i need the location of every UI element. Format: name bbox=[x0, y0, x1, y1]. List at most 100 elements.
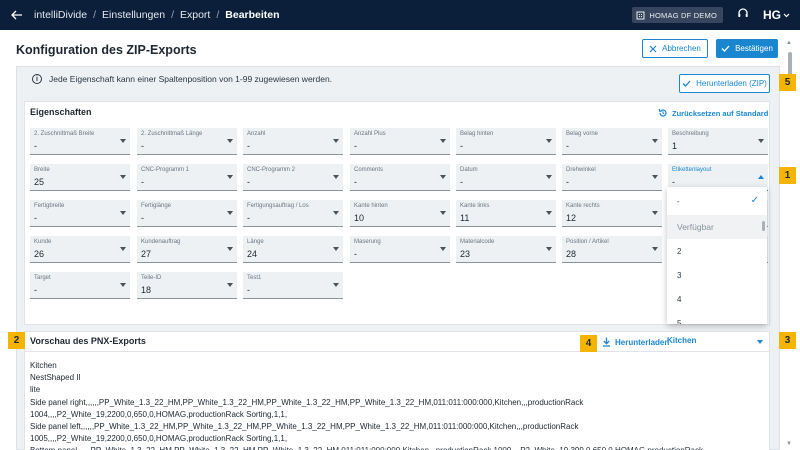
field-label: Datum bbox=[460, 167, 478, 173]
field-value: - bbox=[141, 177, 144, 187]
breadcrumb-separator: / bbox=[171, 9, 174, 21]
column-position-select[interactable]: Kante links 11 bbox=[456, 200, 556, 227]
chevron-down-icon bbox=[758, 139, 764, 143]
preview-title: Vorschau des PNX-Exports bbox=[30, 336, 146, 346]
field-value: - bbox=[34, 141, 37, 151]
chevron-down-icon bbox=[120, 175, 126, 179]
column-position-select[interactable]: 2. Zuschnittmaß Länge - bbox=[137, 128, 237, 155]
field-value: 26 bbox=[34, 249, 45, 259]
column-position-select[interactable]: Maserung - bbox=[350, 236, 450, 263]
download-zip-label: Herunterladen (ZIP) bbox=[696, 79, 767, 88]
preview-line: 1005,,,,P2_White_19,2200,0,650,0,HOMAG,p… bbox=[30, 434, 288, 444]
column-position-select[interactable]: Materialcode 23 bbox=[456, 236, 556, 263]
column-position-select[interactable]: Comments - bbox=[350, 164, 450, 191]
field-label: Fertiglänge bbox=[141, 203, 172, 209]
field-value: 24 bbox=[247, 249, 258, 259]
chevron-down-icon bbox=[333, 139, 339, 143]
reset-default-button[interactable]: Zurücksetzen auf Standard bbox=[658, 108, 768, 118]
breadcrumb-separator: / bbox=[93, 9, 97, 21]
field-label: Drehwinkel bbox=[566, 167, 596, 173]
column-position-select[interactable]: Länge 24 bbox=[243, 236, 343, 263]
field-label: Materialcode bbox=[460, 239, 495, 245]
chevron-down-icon bbox=[120, 247, 126, 251]
field-label: 2. Zuschnittmaß Länge bbox=[141, 131, 203, 137]
column-position-select[interactable]: 2. Zuschnittmaß Breite - bbox=[30, 128, 130, 155]
column-position-select[interactable]: Teile-ID 18 bbox=[137, 272, 237, 299]
chevron-down-icon bbox=[757, 340, 763, 344]
callout-badge-1: 1 bbox=[779, 167, 796, 184]
dropdown-scrollbar-thumb[interactable] bbox=[762, 221, 765, 231]
confirm-button[interactable]: Bestätigen bbox=[716, 39, 778, 58]
back-arrow-icon[interactable] bbox=[0, 0, 34, 30]
column-position-select[interactable]: CNC-Programm 1 - bbox=[137, 164, 237, 191]
breadcrumb-item-settings[interactable]: Einstellungen bbox=[102, 9, 165, 21]
field-value: - bbox=[672, 177, 675, 187]
column-position-select[interactable]: Target - bbox=[30, 272, 130, 299]
field-value: 27 bbox=[141, 249, 152, 259]
field-value: - bbox=[460, 177, 463, 187]
divider bbox=[24, 351, 770, 352]
preview-line: Side panel left,,,,,,PP_White_1.3_22_HM,… bbox=[30, 422, 579, 432]
chevron-down-icon bbox=[333, 247, 339, 251]
field-label: CNC-Programm 2 bbox=[247, 167, 296, 173]
brand-logo: HG bbox=[763, 8, 781, 22]
field-label: Kunde bbox=[34, 239, 52, 245]
dropdown-option[interactable]: 3 bbox=[667, 263, 767, 287]
dropdown-option-selected[interactable]: - ✓ bbox=[667, 189, 767, 213]
field-label: Target bbox=[34, 275, 51, 281]
dropdown-option[interactable]: 5 bbox=[667, 311, 767, 325]
column-position-select[interactable]: CNC-Programm 2 - bbox=[243, 164, 343, 191]
field-label: Breite bbox=[34, 167, 50, 173]
field-label: Kante rechts bbox=[566, 203, 600, 209]
cancel-button[interactable]: Abbrechen bbox=[642, 39, 708, 58]
field-value: - bbox=[34, 213, 37, 223]
chevron-down-icon bbox=[227, 175, 233, 179]
column-position-select[interactable]: Fertigungsauftrag / Los - bbox=[243, 200, 343, 227]
download-icon bbox=[603, 337, 610, 347]
column-position-select[interactable]: Fertigbreite - bbox=[30, 200, 130, 227]
headset-icon[interactable] bbox=[737, 6, 749, 24]
column-position-select[interactable]: Datum - bbox=[456, 164, 556, 191]
column-position-select[interactable]: Position / Artikel 28 bbox=[562, 236, 662, 263]
preview-line: Kitchen bbox=[30, 361, 57, 370]
preview-line: Side panel right,,,,,,PP_White_1.3_22_HM… bbox=[30, 397, 584, 407]
check-icon bbox=[721, 45, 730, 52]
info-text: Jede Eigenschaft kann einer Spaltenposit… bbox=[49, 74, 333, 84]
download-preview-button[interactable]: Herunterladen bbox=[602, 337, 669, 347]
chevron-down-icon bbox=[652, 247, 658, 251]
chevron-down-icon bbox=[227, 283, 233, 287]
project-select[interactable]: Kitchen bbox=[667, 336, 767, 350]
field-value: - bbox=[141, 141, 144, 151]
field-value: 25 bbox=[34, 177, 45, 187]
column-position-select[interactable]: Kante rechts 12 bbox=[562, 200, 662, 227]
column-position-select[interactable]: Kunde 26 bbox=[30, 236, 130, 263]
field-label: Länge bbox=[247, 239, 264, 245]
tenant-badge[interactable]: HOMAG DF DEMO bbox=[632, 7, 723, 23]
breadcrumb-item-export[interactable]: Export bbox=[180, 9, 210, 21]
field-label: Kundenauftrag bbox=[141, 239, 181, 245]
column-position-select[interactable]: Drehwinkel - bbox=[562, 164, 662, 191]
column-position-dropdown[interactable]: - ✓ Verfügbar 2 3 4 5 bbox=[667, 187, 767, 324]
preview-content: Kitchen NestShaped II lite Side panel right… bbox=[30, 360, 703, 450]
scroll-down-icon[interactable]: ▼ bbox=[786, 441, 792, 447]
column-position-select[interactable]: Anzahl Plus - bbox=[350, 128, 450, 155]
scroll-up-icon[interactable]: ▲ bbox=[786, 40, 792, 46]
column-position-select[interactable]: Belag hinten - bbox=[456, 128, 556, 155]
chevron-down-icon bbox=[440, 139, 446, 143]
column-position-select[interactable]: Beschreibung 1 bbox=[668, 128, 768, 155]
breadcrumb-item-app[interactable]: intelliDivide bbox=[34, 9, 87, 21]
field-value: - bbox=[354, 141, 357, 151]
field-value: - bbox=[247, 177, 250, 187]
dropdown-option[interactable]: 2 bbox=[667, 239, 767, 263]
column-position-select[interactable]: Anzahl - bbox=[243, 128, 343, 155]
chevron-down-icon bbox=[440, 247, 446, 251]
column-position-select[interactable]: Fertiglänge - bbox=[137, 200, 237, 227]
column-position-select[interactable]: Test1 - bbox=[243, 272, 343, 299]
column-position-select[interactable]: Kundenauftrag 27 bbox=[137, 236, 237, 263]
user-menu[interactable]: HG bbox=[763, 8, 790, 22]
column-position-select[interactable]: Breite 25 bbox=[30, 164, 130, 191]
column-position-select[interactable]: Kante hinten 10 bbox=[350, 200, 450, 227]
download-zip-button[interactable]: Herunterladen (ZIP) bbox=[679, 74, 770, 93]
column-position-select[interactable]: Belag vorne - bbox=[562, 128, 662, 155]
dropdown-option[interactable]: 4 bbox=[667, 287, 767, 311]
